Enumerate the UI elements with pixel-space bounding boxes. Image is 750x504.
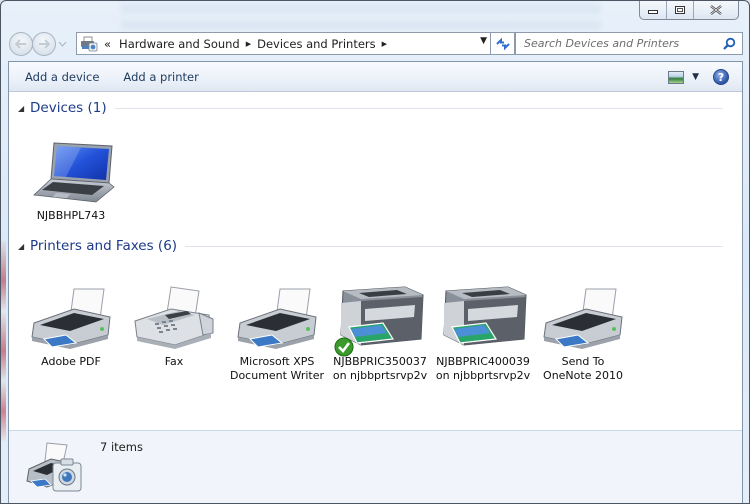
refresh-icon <box>495 37 510 50</box>
printer-label: NJBBPRIC350037 on njbbprtsrvp2v <box>330 355 430 383</box>
details-pane: 7 items <box>9 430 742 503</box>
printer-label-line2: on njbbprtsrvp2v <box>332 369 428 382</box>
divider <box>114 107 723 109</box>
divider <box>185 245 723 247</box>
forward-arrow-icon <box>39 39 50 49</box>
printer-item-microsoft-xps[interactable]: Microsoft XPS Document Writer <box>227 281 327 383</box>
multifunction-printer-icon <box>433 281 533 353</box>
group-title: Printers and Faxes (6) <box>30 238 178 254</box>
close-icon <box>710 5 722 15</box>
devices-and-printers-icon <box>26 442 82 492</box>
breadcrumb-hardware-and-sound[interactable]: Hardware and Sound <box>119 37 240 51</box>
printer-label-line1: NJBBPRIC350037 <box>333 355 427 368</box>
add-printer-button[interactable]: Add a printer <box>123 70 198 84</box>
breadcrumb-separator-icon[interactable]: ▶ <box>382 40 387 48</box>
window-controls <box>639 1 739 20</box>
device-item[interactable]: NJBBHPL743 <box>21 135 121 223</box>
minimize-icon <box>648 10 658 14</box>
printer-item-njbbpric350037[interactable]: NJBBPRIC350037 on njbbprtsrvp2v <box>330 281 430 383</box>
devices-and-printers-icon <box>81 36 98 51</box>
collapse-triangle-icon[interactable]: ◢ <box>18 104 30 113</box>
fax-icon <box>124 281 224 353</box>
address-dropdown-icon[interactable]: ▼ <box>480 36 487 46</box>
breadcrumb-separator-icon[interactable]: ▶ <box>246 40 251 48</box>
background-window-edge <box>1 241 6 441</box>
printer-label-line1: NJBBPRIC400039 <box>436 355 530 368</box>
collapse-triangle-icon[interactable]: ◢ <box>18 242 30 251</box>
printer-label-line2: Document Writer <box>229 369 325 382</box>
address-bar[interactable]: « Hardware and Sound ▶ Devices and Print… <box>76 32 491 55</box>
search-input[interactable] <box>516 37 706 50</box>
item-count: 7 items <box>100 440 143 454</box>
printer-label-line2: OneNote 2010 <box>543 369 623 382</box>
printer-label-line1: Microsoft XPS <box>239 355 315 368</box>
printer-label: NJBBPRIC400039 on njbbprtsrvp2v <box>433 355 533 383</box>
printer-label-line2: on njbbprtsrvp2v <box>435 369 531 382</box>
chevron-down-icon <box>58 41 67 47</box>
printer-icon <box>21 281 121 353</box>
device-label: NJBBHPL743 <box>36 209 106 222</box>
close-button[interactable] <box>694 1 738 19</box>
printer-item-fax[interactable]: Fax <box>124 281 224 369</box>
search-icon[interactable] <box>722 37 736 51</box>
minimize-button[interactable] <box>640 1 667 19</box>
recent-pages-button[interactable] <box>58 40 68 49</box>
breadcrumb-overflow[interactable]: « <box>104 37 111 51</box>
breadcrumb-devices-and-printers[interactable]: Devices and Printers <box>257 37 376 51</box>
laptop-icon <box>21 135 121 207</box>
back-arrow-icon <box>15 39 26 49</box>
view-options-dropdown-icon[interactable]: ▼ <box>692 72 699 82</box>
window-frame: « Hardware and Sound ▶ Devices and Print… <box>0 0 750 504</box>
printer-icon <box>533 281 633 353</box>
printer-label: Fax <box>164 355 184 368</box>
printer-label: Send To OneNote 2010 <box>533 355 633 383</box>
group-header-devices[interactable]: ◢ Devices (1) <box>18 100 723 116</box>
device-list: ◢ Devices (1) NJBBHPL743 ◢ Printers and … <box>9 93 742 430</box>
printer-icon <box>227 281 327 353</box>
command-bar: Add a device Add a printer ▼ ? <box>9 62 742 92</box>
back-button[interactable] <box>9 32 33 56</box>
help-icon[interactable]: ? <box>713 69 729 85</box>
default-printer-check-icon <box>334 337 354 357</box>
search-box <box>515 32 743 55</box>
forward-button[interactable] <box>32 32 56 56</box>
change-view-icon[interactable] <box>668 70 685 84</box>
printer-item-adobe-pdf[interactable]: Adobe PDF <box>21 281 121 369</box>
multifunction-printer-icon <box>330 281 430 357</box>
group-header-printers-and-faxes[interactable]: ◢ Printers and Faxes (6) <box>18 238 723 254</box>
group-title: Devices (1) <box>30 100 107 116</box>
maximize-button[interactable] <box>667 1 694 19</box>
maximize-icon <box>675 6 685 14</box>
content-panel: Add a device Add a printer ▼ ? ◢ Devices… <box>8 61 743 503</box>
printer-item-send-to-onenote[interactable]: Send To OneNote 2010 <box>533 281 633 383</box>
printer-label-line1: Send To <box>561 355 605 368</box>
add-device-button[interactable]: Add a device <box>25 70 99 84</box>
refresh-button[interactable] <box>491 32 515 55</box>
printer-label: Adobe PDF <box>41 355 101 368</box>
printer-label: Microsoft XPS Document Writer <box>227 355 327 383</box>
navigation-bar: « Hardware and Sound ▶ Devices and Print… <box>9 31 743 57</box>
printer-item-njbbpric400039[interactable]: NJBBPRIC400039 on njbbprtsrvp2v <box>433 281 533 383</box>
